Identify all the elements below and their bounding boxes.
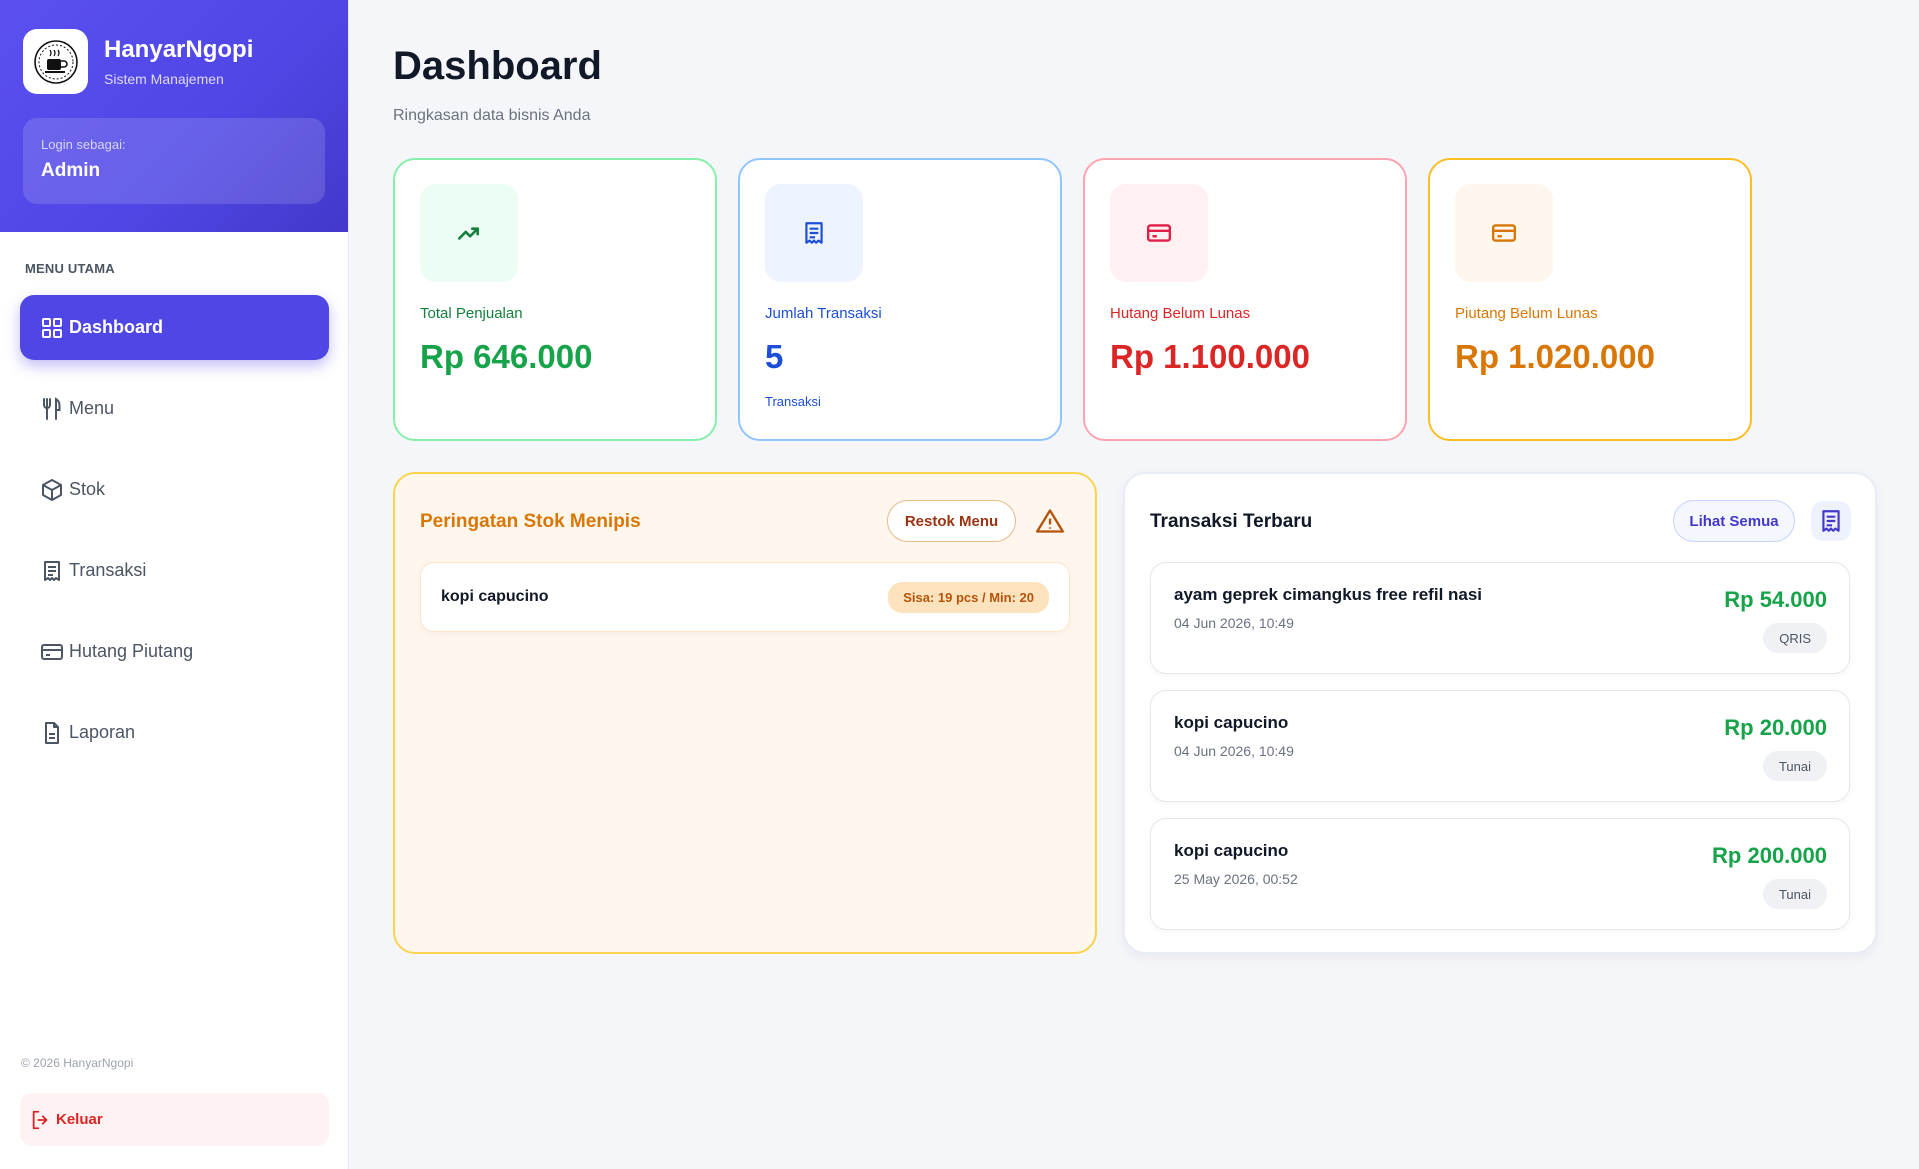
login-user: Admin	[41, 160, 101, 181]
grid-icon	[42, 317, 62, 338]
brand: HanyarNgopi Sistem Manajemen	[23, 29, 325, 94]
stat-note: Transaksi	[765, 394, 821, 409]
stock-warning-title: Peringatan Stok Menipis	[420, 511, 641, 532]
box-icon	[42, 478, 62, 501]
sidebar-item-label: Dashboard	[69, 317, 164, 337]
stat-card-jumlah-transaksi: Jumlah Transaksi 5 Transaksi	[738, 158, 1062, 441]
stat-icon-wrap	[1110, 184, 1208, 282]
transaction-item[interactable]: ayam geprek cimangkus free refil nasi 04…	[1150, 562, 1850, 674]
warning-icon	[1036, 509, 1064, 533]
transaction-amount: Rp 54.000	[1724, 587, 1827, 612]
stat-value: Rp 646.000	[420, 338, 593, 375]
sidebar-item-menu[interactable]: Menu	[20, 376, 329, 441]
stat-label: Hutang Belum Lunas	[1110, 305, 1251, 322]
menu-section-title: MENU UTAMA	[25, 261, 115, 276]
transaction-name: kopi capucino	[1174, 841, 1289, 860]
transaction-date: 25 May 2026, 00:52	[1174, 871, 1298, 887]
credit-card-icon	[1491, 224, 1517, 242]
sidebar-item-transaksi[interactable]: Transaksi	[20, 538, 329, 603]
brand-subtitle: Sistem Manajemen	[104, 71, 224, 87]
transaction-date: 04 Jun 2026, 10:49	[1174, 743, 1294, 759]
stock-item-name: kopi capucino	[441, 588, 549, 605]
stat-card-piutang: Piutang Belum Lunas Rp 1.020.000	[1428, 158, 1752, 441]
utensils-icon	[43, 396, 61, 420]
credit-card-icon	[1146, 224, 1172, 242]
sidebar-item-stok[interactable]: Stok	[20, 457, 329, 522]
page-subtitle: Ringkasan data bisnis Anda	[393, 107, 591, 124]
restock-menu-button[interactable]: Restok Menu	[887, 500, 1016, 542]
receipt-icon	[1822, 510, 1840, 532]
stock-level-badge: Sisa: 19 pcs / Min: 20	[888, 581, 1049, 613]
copyright: © 2026 HanyarNgopi	[21, 1056, 134, 1070]
payment-method-badge: Tunai	[1762, 879, 1827, 909]
logout-label: Keluar	[56, 1111, 103, 1128]
sidebar-item-laporan[interactable]: Laporan	[20, 700, 329, 765]
transaction-name: ayam geprek cimangkus free refil nasi	[1174, 585, 1483, 604]
sidebar-item-label: Laporan	[69, 722, 136, 742]
sidebar-header: HanyarNgopi Sistem Manajemen Login sebag…	[0, 0, 348, 232]
stat-icon-wrap	[1455, 184, 1553, 282]
payment-method-badge: QRIS	[1763, 623, 1827, 653]
logout-button[interactable]: Keluar	[20, 1093, 329, 1146]
login-label: Login sebagai:	[41, 137, 126, 152]
recent-transactions-title: Transaksi Terbaru	[1150, 511, 1313, 532]
login-info: Login sebagai: Admin	[23, 118, 325, 204]
transaction-item[interactable]: kopi capucino 04 Jun 2026, 10:49 Rp 20.0…	[1150, 690, 1850, 802]
stat-label: Piutang Belum Lunas	[1455, 305, 1598, 322]
stat-icon-wrap	[765, 184, 863, 282]
sidebar-item-label: Hutang Piutang	[69, 641, 194, 661]
logout-icon	[32, 1110, 48, 1129]
stat-value: 5	[765, 338, 784, 375]
transaction-amount: Rp 200.000	[1712, 843, 1827, 868]
payment-method-badge: Tunai	[1762, 751, 1827, 781]
sidebar-item-label: Stok	[69, 479, 106, 499]
sidebar-item-dashboard[interactable]: Dashboard	[20, 295, 329, 360]
sidebar-item-label: Transaksi	[69, 560, 147, 580]
credit-card-icon	[41, 643, 63, 660]
stock-warning-panel: Peringatan Stok Menipis Restok Menu kopi…	[393, 472, 1097, 954]
stat-card-total-penjualan: Total Penjualan Rp 646.000	[393, 158, 717, 441]
receipt-icon	[44, 560, 60, 581]
brand-name: HanyarNgopi	[104, 36, 254, 63]
transaction-item[interactable]: kopi capucino 25 May 2026, 00:52 Rp 200.…	[1150, 818, 1850, 930]
sidebar-item-hutang-piutang[interactable]: Hutang Piutang	[20, 619, 329, 684]
brand-logo	[23, 29, 88, 94]
document-icon	[45, 721, 59, 744]
stat-icon-wrap	[420, 184, 518, 282]
view-all-button[interactable]: Lihat Semua	[1673, 500, 1795, 542]
stat-label: Jumlah Transaksi	[765, 305, 882, 322]
sidebar-item-label: Menu	[69, 398, 115, 418]
transaction-date: 04 Jun 2026, 10:49	[1174, 615, 1294, 631]
stat-card-hutang: Hutang Belum Lunas Rp 1.100.000	[1083, 158, 1407, 441]
stock-warning-item: kopi capucino Sisa: 19 pcs / Min: 20	[420, 562, 1070, 632]
receipt-icon	[805, 222, 823, 244]
stat-value: Rp 1.100.000	[1110, 338, 1310, 375]
stat-label: Total Penjualan	[420, 305, 523, 322]
stat-value: Rp 1.020.000	[1455, 338, 1655, 375]
sidebar: HanyarNgopi Sistem Manajemen Login sebag…	[0, 0, 349, 1169]
coffee-logo-icon	[33, 39, 78, 84]
recent-transactions-panel: Transaksi Terbaru Lihat Semua ayam gepre…	[1123, 472, 1877, 954]
transaction-name: kopi capucino	[1174, 713, 1289, 732]
page-title: Dashboard	[393, 44, 602, 88]
transactions-icon-wrap	[1811, 501, 1851, 541]
trending-up-icon	[457, 227, 479, 240]
transaction-amount: Rp 20.000	[1724, 715, 1827, 740]
